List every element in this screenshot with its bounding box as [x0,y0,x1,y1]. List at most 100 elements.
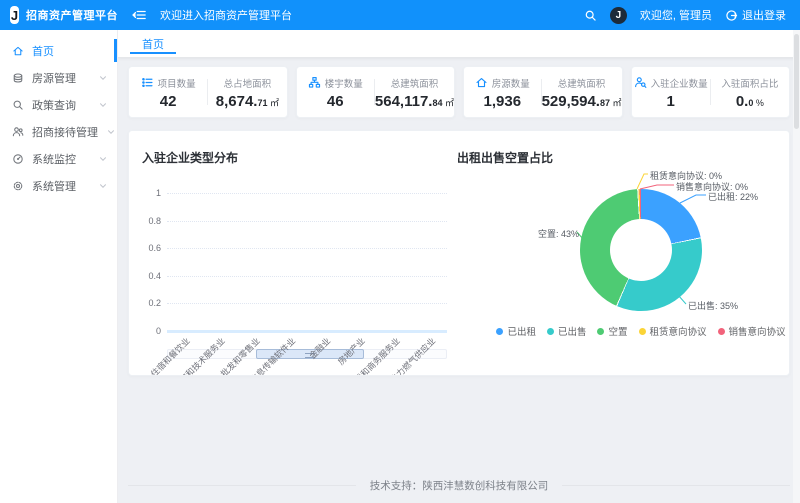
stat-value: 529,594.87 ㎡ [542,94,622,109]
legend-item[interactable]: 已出售 [547,324,587,338]
stat-value: 1,936 [484,94,522,109]
page-content: 项目数量 42 总占地面积 8,674.71 ㎡ 楼宇数量46总建筑面积564,117.… [118,58,800,503]
sidebar: 首页房源管理政策查询招商接待管理系统监控系统管理 [0,30,118,503]
logout-button[interactable]: 退出登录 [725,7,786,23]
enterprise-search-icon [634,76,647,89]
tabs-bar: 首页 [118,30,800,58]
legend-item[interactable]: 空置 [597,324,627,338]
legend-label: 租赁意向协议 [650,324,707,338]
sidebar-item-3[interactable]: 招商接待管理 [0,118,117,145]
legend-item[interactable]: 租赁意向协议 [639,324,707,338]
stat-card: 房源数量 1,936 总建筑面积 529,594.87 ㎡ [463,66,623,118]
menu-fold-icon[interactable] [132,8,146,22]
welcome-text: 欢迎进入招商资产管理平台 [160,7,292,23]
sidebar-item-label: 系统监控 [32,151,90,167]
pie-callout-rented: 已出租: 22% [708,190,758,203]
gear-icon [12,180,24,192]
scrollbar[interactable] [793,30,800,503]
gridline [167,303,447,304]
gridline [167,248,447,249]
sidebar-item-label: 首页 [32,43,108,59]
gridline [167,221,447,222]
chevron-down-icon [98,154,108,164]
sidebar-item-4[interactable]: 系统监控 [0,145,117,172]
logout-icon [725,9,738,22]
main-area: 首页 项目数量 42 总占地面积 8,674.71 ㎡ 楼宇数量46总建筑面积564,1… [118,30,800,503]
sidebar-item-label: 系统管理 [32,178,90,194]
legend-label: 已出租 [507,324,536,338]
sidebar-item-label: 房源管理 [32,70,90,86]
header-search-icon[interactable] [584,9,597,22]
avatar[interactable]: J [610,7,627,24]
donut-ring[interactable] [580,189,702,311]
legend-item[interactable]: 销售意向协议 [718,324,786,338]
sidebar-item-5[interactable]: 系统管理 [0,172,117,199]
stat-label: 项目数量 [141,76,196,90]
stat-card: 入驻企业数量1 入驻面积占比 0.0 % [631,66,791,118]
footer-text: 技术支持：陕西沣慧数创科技有限公司 [370,478,549,493]
stat-metric: 项目数量 42 [129,76,207,109]
chevron-down-icon [98,100,108,110]
stat-metric: 总建筑面积 529,594.87 ㎡ [542,76,622,109]
scrollbar-thumb[interactable] [794,34,799,129]
stat-label: 入驻面积占比 [721,76,778,90]
sidebar-item-0[interactable]: 首页 [0,37,117,64]
stat-metric: 入驻面积占比 0.0 % [711,76,789,109]
home-icon [12,45,24,57]
footer-divider-left [128,485,356,486]
y-axis-tick: 1 [131,188,161,198]
gridline [167,276,447,277]
stat-value: 42 [160,94,177,109]
chevron-down-icon [98,73,108,83]
house-icon [475,76,488,89]
y-axis-tick: 0.4 [131,271,161,281]
stat-metric: 楼宇数量46 [297,76,374,109]
x-axis-line [167,330,447,333]
chevron-down-icon [98,181,108,191]
legend-dot [639,328,646,335]
cluster-icon [308,76,321,89]
legend-item[interactable]: 已出租 [496,324,536,338]
legend-label: 已出售 [558,324,587,338]
stat-label: 总占地面积 [224,76,272,90]
pie-chart: 租赁意向协议: 0% 销售意向协议: 0% 已出租: 22% 空置: 43% 已… [459,161,790,376]
stat-value: 0.0 % [736,94,764,109]
charts-panel: 入驻企业类型分布 出租出售空置占比 10.80.60.40.20住宿和餐饮业科学… [128,130,790,376]
coin-icon [12,72,24,84]
gridline [167,193,447,194]
bar-chart: 10.80.60.40.20住宿和餐饮业科学研究和技术服务业批发和零售业信息传输… [129,131,459,376]
legend-dot [496,328,503,335]
stat-card: 楼宇数量46总建筑面积564,117.84 ㎡ [296,66,456,118]
legend-dot [597,328,604,335]
footer: 技术支持：陕西沣慧数创科技有限公司 [128,478,790,493]
user-greeting: 欢迎您, 管理员 [640,7,712,23]
legend-dot [547,328,554,335]
stats-row: 项目数量 42 总占地面积 8,674.71 ㎡ 楼宇数量46总建筑面积564,117.… [128,66,790,118]
sidebar-item-label: 招商接待管理 [32,124,98,140]
tab-label: 首页 [142,36,164,52]
sidebar-item-1[interactable]: 房源管理 [0,64,117,91]
sidebar-item-label: 政策查询 [32,97,90,113]
footer-divider-right [562,485,790,486]
chevron-down-icon [106,127,116,137]
stat-metric: 总建筑面积564,117.84 ㎡ [375,76,454,109]
reception-icon [12,126,24,138]
stat-label: 总建筑面积 [391,76,439,90]
stat-label: 入驻企业数量 [634,76,708,90]
stat-label: 房源数量 [475,76,530,90]
stat-value: 8,674.71 ㎡ [216,94,279,109]
pie-callout-vacant: 空置: 43% [538,227,579,240]
stat-metric: 房源数量 1,936 [464,76,541,109]
sidebar-item-2[interactable]: 政策查询 [0,91,117,118]
stat-label: 总建筑面积 [558,76,606,90]
pie-callout-sold: 已出售: 35% [688,299,738,312]
pie-legend: 已出租 已出售空置 租赁意向协议销售意向协议 [489,324,790,338]
tab-home[interactable]: 首页 [128,30,178,57]
header-right: J 欢迎您, 管理员 退出登录 [584,7,800,24]
top-header: J 招商资产管理平台 欢迎进入招商资产管理平台 J 欢迎您, 管理员 退出登录 [0,0,800,30]
stat-card: 项目数量 42 总占地面积 8,674.71 ㎡ [128,66,288,118]
y-axis-tick: 0 [131,326,161,336]
stat-label: 楼宇数量 [308,76,363,90]
stat-metric: 入驻企业数量1 [632,76,710,109]
y-axis-tick: 0.2 [131,298,161,308]
